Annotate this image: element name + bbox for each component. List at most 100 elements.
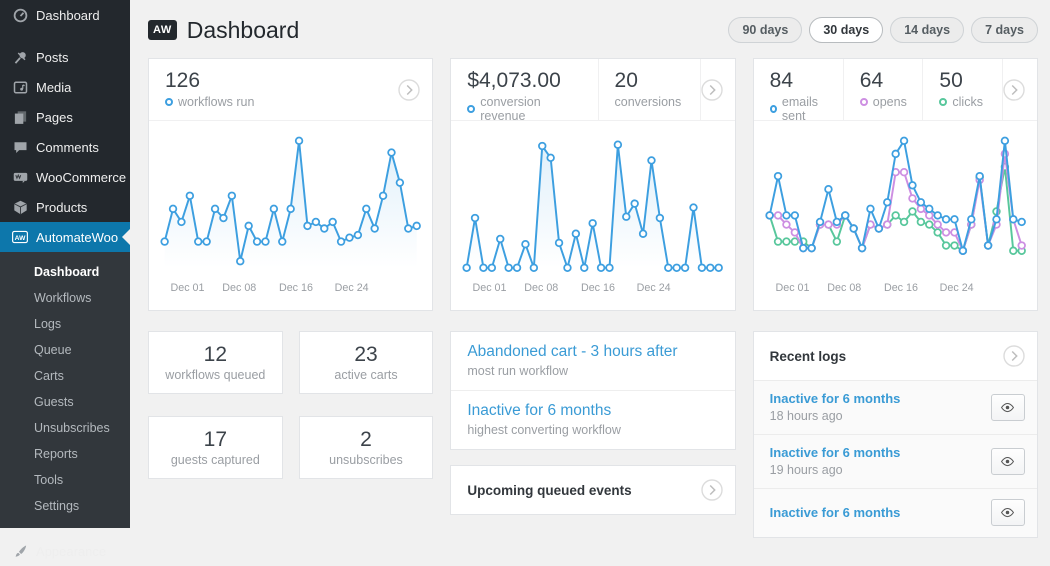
stat-label-text: conversions	[615, 95, 682, 109]
submenu-item-reports[interactable]: Reports	[0, 441, 130, 467]
workflow-subtitle: most run workflow	[467, 364, 718, 378]
view-log-button[interactable]	[991, 394, 1025, 421]
sidebar-item-label: Pages	[36, 110, 73, 125]
svg-text:Dec 16: Dec 16	[884, 282, 918, 294]
view-log-button[interactable]	[991, 499, 1025, 526]
log-link[interactable]: Inactive for 6 months	[770, 505, 901, 520]
stat-box-unsubscribes: 2 unsubscribes	[299, 416, 434, 479]
log-texts: Inactive for 6 months 18 hours ago	[770, 391, 901, 423]
stat-conversion-revenue: $4,073.00 conversion revenue	[451, 59, 598, 120]
sidebar-item-label: Products	[36, 200, 87, 215]
range-button-90-days[interactable]: 90 days	[728, 17, 802, 43]
appearance-brush-icon	[12, 543, 28, 559]
card-link[interactable]	[398, 59, 432, 120]
stat-label-text: workflows run	[178, 95, 254, 109]
log-row: Inactive for 6 months	[754, 488, 1037, 537]
sidebar-item-label: Media	[36, 80, 71, 95]
svg-text:Dec 16: Dec 16	[581, 282, 615, 294]
card-stat-header: $4,073.00 conversion revenue 20 conversi…	[451, 59, 734, 121]
sidebar-item-posts[interactable]: Posts	[0, 42, 130, 72]
svg-text:Dec 24: Dec 24	[939, 282, 973, 294]
sidebar-item-pages[interactable]: Pages	[0, 102, 130, 132]
blue-dot-icon	[770, 105, 777, 113]
submenu-item-carts[interactable]: Carts	[0, 363, 130, 389]
recent-logs-column: Recent logs Inactive for 6 months 18 hou…	[753, 331, 1038, 538]
sidebar-item-appearance[interactable]: Appearance	[0, 536, 130, 566]
mini-stats-grid: 12 workflows queued 23 active carts 17 g…	[148, 331, 433, 479]
log-row: Inactive for 6 months 19 hours ago	[754, 434, 1037, 488]
submenu-item-tools[interactable]: Tools	[0, 467, 130, 493]
log-texts: Inactive for 6 months 19 hours ago	[770, 445, 901, 477]
sidebar-item-media[interactable]: Media	[0, 72, 130, 102]
pin-icon	[12, 49, 28, 65]
stat-box-guests-captured: 17 guests captured	[148, 416, 283, 479]
sidebar-item-products[interactable]: Products	[0, 192, 130, 222]
submenu-item-logs[interactable]: Logs	[0, 311, 130, 337]
workflow-link[interactable]: Abandoned cart - 3 hours after	[467, 343, 718, 361]
range-button-7-days[interactable]: 7 days	[971, 17, 1038, 43]
stat-value: 20	[615, 69, 690, 93]
range-button-14-days[interactable]: 14 days	[890, 17, 964, 43]
submenu-item-queue[interactable]: Queue	[0, 337, 130, 363]
workflow-link[interactable]: Inactive for 6 months	[467, 402, 718, 420]
stat-label-text: conversion revenue	[480, 95, 587, 123]
log-row: Inactive for 6 months 18 hours ago	[754, 380, 1037, 434]
stat-value: 12	[204, 343, 227, 367]
panel-header: Recent logs	[754, 332, 1037, 380]
eye-icon	[1000, 402, 1015, 413]
log-rows: Inactive for 6 months 18 hours ago Inact…	[754, 380, 1037, 537]
card-link[interactable]	[701, 59, 735, 120]
card-stat-header: 126 workflows run	[149, 59, 432, 121]
card-link[interactable]	[1003, 59, 1037, 120]
stat-box-active-carts: 23 active carts	[299, 331, 434, 394]
stat-label: emails sent	[770, 95, 833, 123]
email-tracking-chart: Dec 01Dec 08Dec 16Dec 24	[754, 121, 1037, 311]
sidebar-item-label: Appearance	[36, 544, 106, 559]
stat-opens: 64 opens	[844, 59, 924, 120]
stat-value: 126	[165, 69, 254, 93]
sidebar-item-woocommerce[interactable]: WooCommerce	[0, 162, 130, 192]
stat-label: clicks	[939, 95, 992, 109]
stat-label: unsubscribes	[329, 453, 403, 467]
aw-logo-badge: AW	[148, 20, 177, 40]
stat-label: opens	[860, 95, 913, 109]
panel-link[interactable]	[1003, 345, 1025, 367]
svg-text:Dec 01: Dec 01	[775, 282, 809, 294]
conversions-chart: Dec 01Dec 08Dec 16Dec 24	[451, 121, 734, 311]
svg-text:Dec 16: Dec 16	[279, 282, 313, 294]
range-button-30-days[interactable]: 30 days	[809, 17, 883, 43]
sidebar-item-dashboard[interactable]: Dashboard	[0, 0, 130, 30]
highest-converting-workflow-row[interactable]: Inactive for 6 months highest converting…	[451, 391, 734, 449]
log-link[interactable]: Inactive for 6 months	[770, 391, 901, 406]
pages-icon	[12, 109, 28, 125]
svg-text:Dec 01: Dec 01	[473, 282, 507, 294]
chevron-circle-icon	[701, 479, 723, 501]
workflow-highlights-panel: Abandoned cart - 3 hours after most run …	[450, 331, 735, 450]
stat-emails-sent: 84 emails sent	[754, 59, 844, 120]
stat-value: 50	[939, 69, 992, 93]
eye-icon	[1000, 456, 1015, 467]
sidebar-item-automatewoo[interactable]: AW AutomateWoo	[0, 222, 130, 252]
log-time: 19 hours ago	[770, 463, 901, 477]
submenu-item-guests[interactable]: Guests	[0, 389, 130, 415]
svg-text:Dec 08: Dec 08	[525, 282, 559, 294]
admin-sidebar: Dashboard Posts Media Pages Comments Woo…	[0, 0, 130, 500]
sidebar-item-comments[interactable]: Comments	[0, 132, 130, 162]
stat-value: 17	[204, 428, 227, 452]
chart-cards-row: 126 workflows run Dec 01 Dec 08 Dec 16 Dec …	[148, 58, 1038, 311]
svg-text:Dec 24: Dec 24	[335, 282, 369, 294]
most-run-workflow-row[interactable]: Abandoned cart - 3 hours after most run …	[451, 332, 734, 391]
stat-label-text: clicks	[952, 95, 983, 109]
mini-stats-column: 12 workflows queued 23 active carts 17 g…	[148, 331, 433, 479]
log-link[interactable]: Inactive for 6 months	[770, 445, 901, 460]
submenu-item-settings[interactable]: Settings	[0, 493, 130, 519]
upcoming-queued-events-panel: Upcoming queued events	[450, 465, 735, 515]
log-time: 18 hours ago	[770, 409, 901, 423]
panel-header: Upcoming queued events	[451, 466, 734, 514]
submenu-item-unsubscribes[interactable]: Unsubscribes	[0, 415, 130, 441]
submenu-item-dashboard[interactable]: Dashboard	[0, 259, 130, 285]
panel-link[interactable]	[701, 479, 723, 501]
submenu-item-workflows[interactable]: Workflows	[0, 285, 130, 311]
stat-value: 2	[360, 428, 372, 452]
view-log-button[interactable]	[991, 448, 1025, 475]
